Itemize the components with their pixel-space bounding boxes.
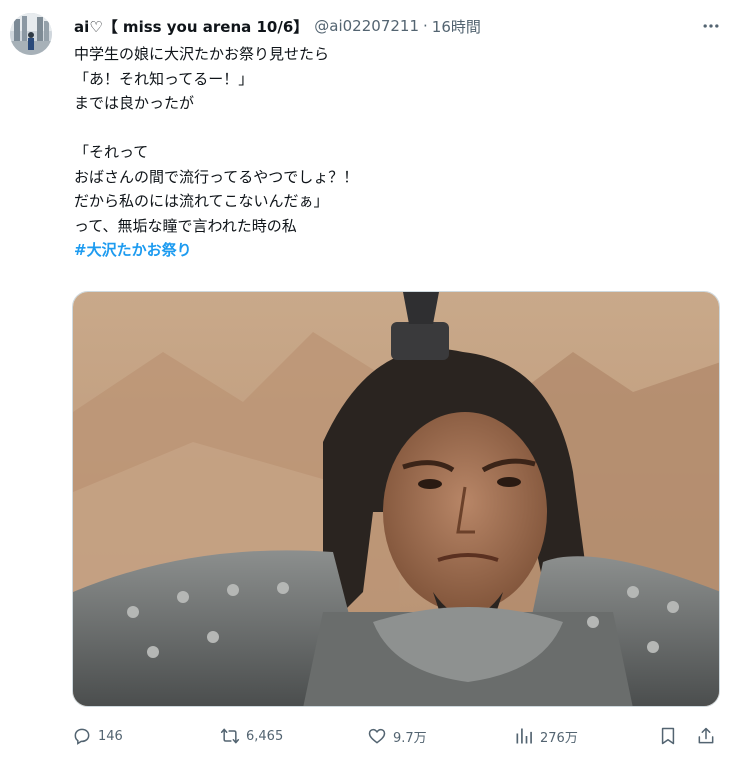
more-options-button[interactable] xyxy=(697,12,725,40)
tweet-line: 中学生の娘に大沢たかお祭り見せたら xyxy=(74,45,330,63)
hashtag-link[interactable]: #大沢たかお祭り xyxy=(74,238,694,263)
tweet-line: 「それって xyxy=(74,143,149,161)
tweet-text: 中学生の娘に大沢たかお祭り見せたら 「あ！それ知ってるー！」 までは良かったが … xyxy=(74,42,694,263)
tweet: ai♡【 miss you arena 10/6】 @ai02207211 · … xyxy=(0,0,735,758)
author-handle[interactable]: @ai02207211 xyxy=(314,17,419,35)
more-icon xyxy=(703,24,719,28)
tweet-line: おばさんの間で流行ってるやつでしょ？！ xyxy=(74,167,359,186)
reply-count: 146 xyxy=(98,728,123,744)
tweet-line: までは良かったが xyxy=(74,94,195,112)
action-bar: 146 6,465 9.7万 276万 xyxy=(72,724,722,748)
retweet-icon xyxy=(220,728,240,744)
share-button[interactable] xyxy=(696,724,716,748)
retweet-count: 6,465 xyxy=(246,728,284,744)
tweet-line: って、無垢な瞳で言われた時の私 xyxy=(74,216,297,235)
media-illustration xyxy=(73,292,719,706)
separator-dot: · xyxy=(423,17,428,35)
share-icon xyxy=(698,727,714,744)
avatar-image xyxy=(10,13,52,55)
tweet-timestamp[interactable]: 16時間 xyxy=(432,16,481,37)
tweet-line: だから私のには流れてこないんだぁ」 xyxy=(74,192,329,210)
author-name[interactable]: ai♡【 miss you arena 10/6】 xyxy=(74,16,308,37)
bookmark-icon xyxy=(661,727,675,745)
avatar[interactable] xyxy=(10,13,52,55)
like-count: 9.7万 xyxy=(393,730,427,746)
like-button[interactable]: 9.7万 xyxy=(367,724,427,748)
heart-icon xyxy=(368,728,386,744)
retweet-button[interactable]: 6,465 xyxy=(220,724,283,748)
bar-chart-icon xyxy=(516,728,532,744)
reply-icon xyxy=(74,728,90,745)
tweet-line: 「あ！それ知ってるー！」 xyxy=(74,69,254,88)
bookmark-button[interactable] xyxy=(658,724,678,748)
tweet-media-image[interactable] xyxy=(72,291,720,707)
views-button[interactable]: 276万 xyxy=(514,724,578,748)
views-count: 276万 xyxy=(540,730,578,746)
reply-button[interactable]: 146 xyxy=(72,724,123,748)
tweet-header: ai♡【 miss you arena 10/6】 @ai02207211 · … xyxy=(74,14,685,38)
